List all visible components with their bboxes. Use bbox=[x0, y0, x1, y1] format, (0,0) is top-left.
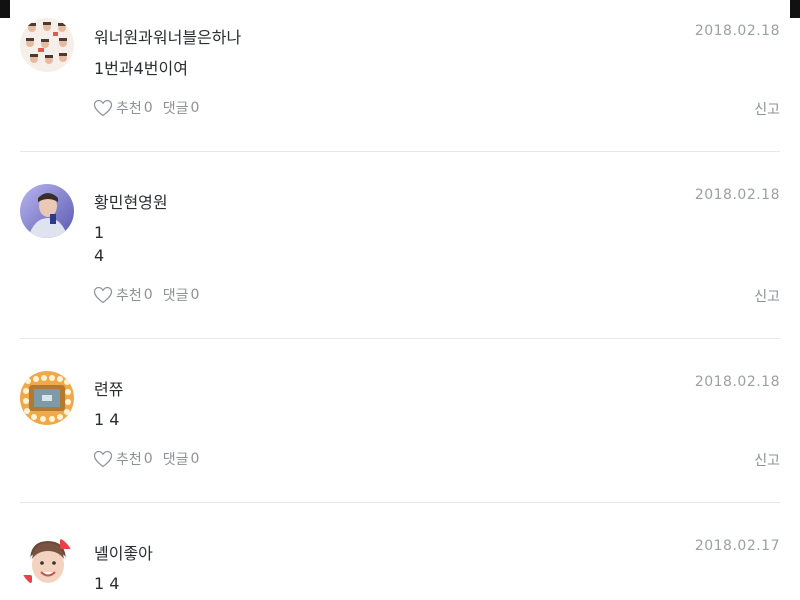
avatar[interactable] bbox=[20, 371, 74, 425]
comment-item: 녤이좋아 2018.02.17 1 4 bbox=[20, 535, 780, 600]
comment-actions: 추천 0 댓글 0 bbox=[93, 285, 199, 305]
comment-author[interactable]: 황민현영원 bbox=[94, 189, 168, 213]
avatar-image bbox=[20, 184, 74, 238]
top-left-edge bbox=[0, 0, 10, 18]
divider bbox=[20, 151, 780, 152]
avatar[interactable] bbox=[20, 535, 74, 589]
like-count: 0 bbox=[143, 100, 153, 116]
comment-actions: 추천 0 댓글 0 bbox=[93, 98, 199, 118]
like-count: 0 bbox=[143, 451, 153, 467]
reply-button-label[interactable]: 댓글 bbox=[163, 98, 189, 118]
like-button-label[interactable]: 추천 bbox=[116, 449, 142, 469]
reply-count: 0 bbox=[190, 287, 200, 303]
avatar[interactable] bbox=[20, 18, 74, 72]
reply-button-label[interactable]: 댓글 bbox=[163, 449, 189, 469]
comment-text: 1 4 bbox=[94, 574, 120, 593]
avatar-image bbox=[20, 18, 74, 72]
heart-icon[interactable] bbox=[93, 286, 113, 304]
comment-text: 1 4 bbox=[94, 410, 120, 429]
avatar-image bbox=[20, 535, 74, 589]
report-button[interactable]: 신고 bbox=[754, 286, 780, 306]
comment-date: 2018.02.18 bbox=[694, 23, 780, 39]
avatar[interactable] bbox=[20, 184, 74, 238]
avatar-image bbox=[20, 371, 74, 425]
comment-item: 련쮸 2018.02.18 1 4 추천 0 댓글 0 신고 bbox=[20, 370, 780, 480]
comment-item: 황민현영원 2018.02.18 1 4 추천 0 댓글 0 신고 bbox=[20, 183, 780, 313]
divider bbox=[20, 502, 780, 503]
comment-text: 1번과4번이여 bbox=[94, 59, 188, 78]
heart-icon[interactable] bbox=[93, 450, 113, 468]
report-button[interactable]: 신고 bbox=[754, 450, 780, 470]
report-button[interactable]: 신고 bbox=[754, 99, 780, 119]
comment-date: 2018.02.18 bbox=[694, 187, 780, 203]
comment-author[interactable]: 련쮸 bbox=[94, 376, 123, 400]
divider bbox=[20, 338, 780, 339]
heart-icon[interactable] bbox=[93, 99, 113, 117]
reply-count: 0 bbox=[190, 451, 200, 467]
comment-date: 2018.02.17 bbox=[694, 538, 780, 554]
comment-text: 1 4 bbox=[94, 223, 105, 265]
like-button-label[interactable]: 추천 bbox=[116, 285, 142, 305]
reply-button-label[interactable]: 댓글 bbox=[163, 285, 189, 305]
comment-author[interactable]: 워너원과워너블은하나 bbox=[94, 24, 241, 48]
comment-item: 워너원과워너블은하나 2018.02.18 1번과4번이여 추천 0 댓글 0 … bbox=[20, 18, 780, 133]
reply-count: 0 bbox=[190, 100, 200, 116]
like-count: 0 bbox=[143, 287, 153, 303]
comment-author[interactable]: 녤이좋아 bbox=[94, 540, 153, 564]
top-right-edge bbox=[790, 0, 800, 18]
like-button-label[interactable]: 추천 bbox=[116, 98, 142, 118]
comment-date: 2018.02.18 bbox=[694, 374, 780, 390]
comment-actions: 추천 0 댓글 0 bbox=[93, 449, 199, 469]
